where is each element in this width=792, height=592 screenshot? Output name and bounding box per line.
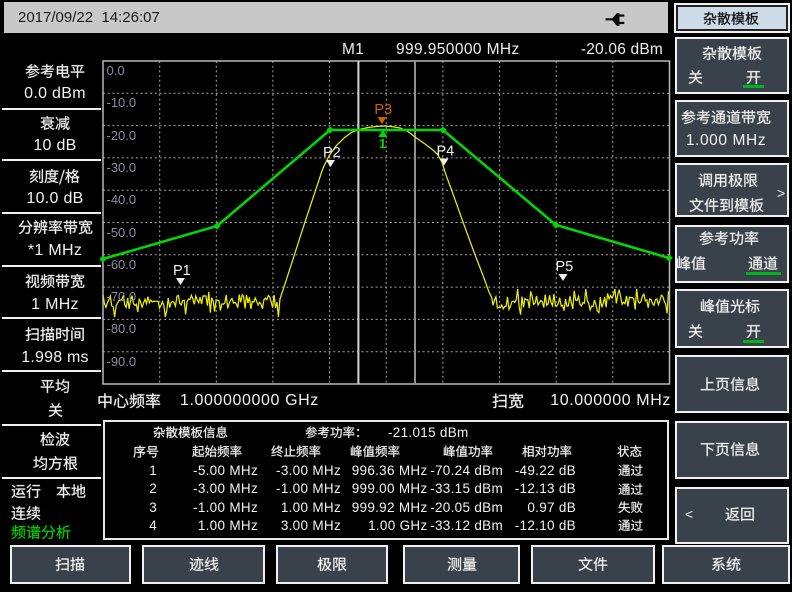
svg-text:P2: P2 (323, 145, 341, 161)
svg-text:1: 1 (379, 136, 386, 151)
svg-text:P3: P3 (374, 102, 392, 118)
svg-text:P4: P4 (437, 144, 455, 160)
svg-text:P1: P1 (173, 263, 191, 279)
svg-text:P5: P5 (556, 259, 574, 275)
